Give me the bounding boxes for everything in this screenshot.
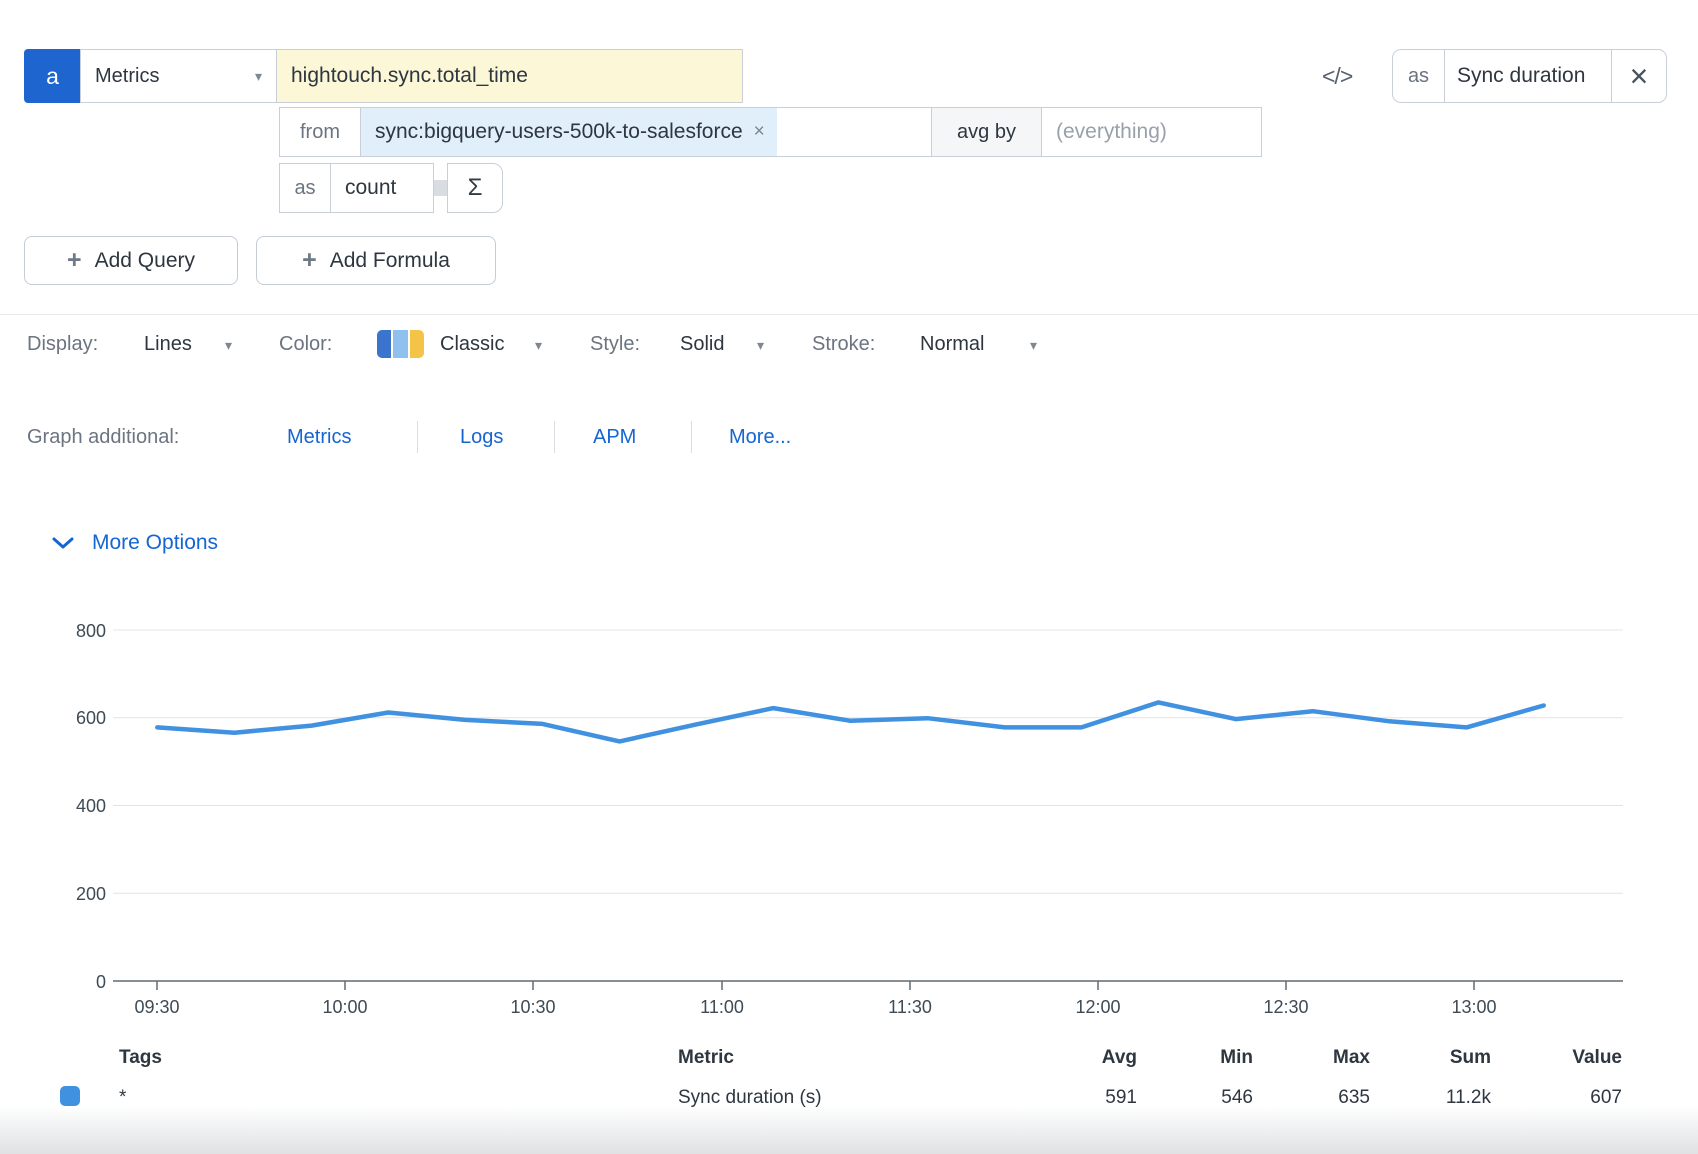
legend-header-tags: Tags	[119, 1047, 162, 1069]
legend-header-max: Max	[1270, 1047, 1370, 1069]
legend-header-avg: Avg	[1037, 1047, 1137, 1069]
svg-text:10:30: 10:30	[510, 997, 555, 1017]
svg-text:0: 0	[96, 972, 106, 992]
svg-text:11:30: 11:30	[888, 997, 932, 1017]
svg-text:600: 600	[76, 708, 106, 728]
legend-row-min: 546	[1153, 1087, 1253, 1109]
svg-text:11:00: 11:00	[700, 997, 744, 1017]
legend-row-sum: 11.2k	[1391, 1087, 1491, 1109]
gridlines	[113, 630, 1623, 893]
y-tick-labels: 800 600 400 200 0	[76, 621, 106, 992]
legend-header-value: Value	[1522, 1047, 1622, 1069]
series-color-swatch[interactable]	[60, 1086, 80, 1106]
svg-text:200: 200	[76, 884, 106, 904]
legend-row-tags[interactable]: *	[119, 1087, 126, 1109]
legend-row-avg: 591	[1037, 1087, 1137, 1109]
svg-text:800: 800	[76, 621, 106, 641]
x-axis	[113, 981, 1623, 990]
legend-row-metric[interactable]: Sync duration (s)	[678, 1087, 822, 1109]
legend-row-max: 635	[1270, 1087, 1370, 1109]
legend-row-value: 607	[1522, 1087, 1622, 1109]
legend-header-sum: Sum	[1391, 1047, 1491, 1069]
metric-series-line	[157, 702, 1543, 741]
legend-header-min: Min	[1153, 1047, 1253, 1069]
svg-text:12:30: 12:30	[1263, 997, 1308, 1017]
svg-text:13:00: 13:00	[1451, 997, 1496, 1017]
svg-text:09:30: 09:30	[134, 997, 179, 1017]
metrics-query-editor: a Metrics ▾ hightouch.sync.total_time </…	[0, 0, 1698, 1154]
timeseries-chart[interactable]: 800 600 400 200 0 09:30 10:00 10:30 11:0…	[0, 0, 1698, 1154]
x-tick-labels: 09:30 10:00 10:30 11:00 11:30 12:00 12:3…	[134, 997, 1496, 1017]
svg-text:12:00: 12:00	[1075, 997, 1120, 1017]
svg-text:400: 400	[76, 796, 106, 816]
legend-header-metric: Metric	[678, 1047, 734, 1069]
svg-text:10:00: 10:00	[322, 997, 367, 1017]
